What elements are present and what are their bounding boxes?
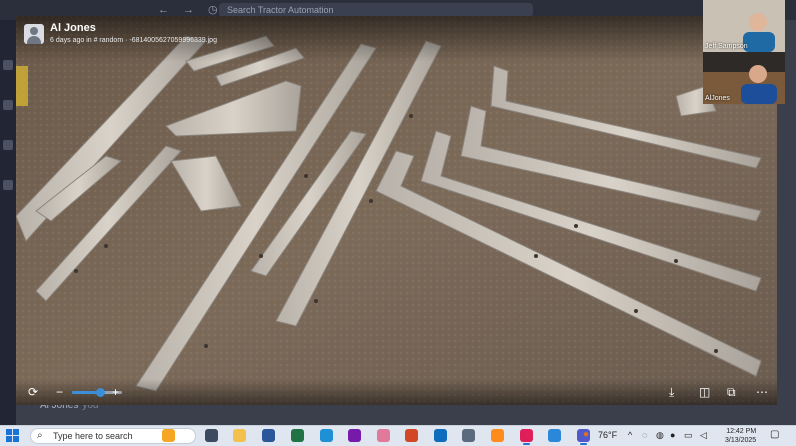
notifications-icon[interactable]: ▢: [770, 429, 779, 440]
clock-date: 3/13/2025: [725, 437, 757, 444]
taskbar-search-placeholder: Type here to search: [53, 431, 133, 441]
outlook-icon[interactable]: [434, 429, 447, 442]
sublime-icon[interactable]: [491, 429, 504, 442]
viewer-toolbar: ⟳ − + ⤓ ◫ ⧉ ⋯: [16, 379, 777, 405]
call-participant-tile[interactable]: AlJones: [703, 52, 785, 104]
search-icon: ⌕: [37, 430, 43, 441]
participant-name: Jeff Sampson: [705, 43, 748, 50]
windows-taskbar: ⌕ Type here to search ● 76°F ^ ◌ ◍ ● ▭ ◁…: [0, 425, 796, 446]
download-icon[interactable]: ⤓: [669, 385, 674, 399]
rail-more-icon[interactable]: [3, 180, 13, 190]
volume-icon[interactable]: ◍: [656, 430, 664, 441]
workspace-rail: [0, 20, 16, 425]
more-options-icon[interactable]: ⋯: [756, 385, 768, 399]
shared-photo[interactable]: [16, 16, 777, 405]
back-arrow-icon[interactable]: ←: [158, 4, 169, 16]
participant-name: AlJones: [705, 95, 730, 102]
file-explorer-icon[interactable]: [233, 429, 246, 442]
task-view-icon[interactable]: [205, 429, 218, 442]
calculator-icon[interactable]: [462, 429, 475, 442]
speaker-icon[interactable]: ◁: [700, 430, 707, 441]
edge-icon[interactable]: [320, 429, 333, 442]
weather-temp[interactable]: 76°F: [598, 430, 617, 440]
battery-icon[interactable]: ▭: [684, 430, 693, 441]
slack-icon[interactable]: [520, 429, 533, 445]
network-icon[interactable]: ◌: [642, 430, 647, 440]
call-participant-tile[interactable]: Jeff Sampson: [703, 0, 785, 52]
forward-arrow-icon[interactable]: →: [183, 4, 194, 16]
word-icon[interactable]: [262, 429, 275, 442]
viewer-header: Al Jones 6 days ago in # random · -68140…: [16, 16, 777, 62]
microphone-icon[interactable]: ●: [670, 430, 675, 440]
show-hidden-icons[interactable]: ^: [628, 430, 632, 440]
powerpoint-icon[interactable]: [405, 429, 418, 442]
post-author[interactable]: Al Jones: [50, 22, 96, 34]
zoom-slider-handle[interactable]: [95, 388, 105, 397]
weather-icon[interactable]: ●: [583, 429, 589, 440]
start-button[interactable]: [6, 429, 20, 443]
open-external-icon[interactable]: ⧉: [727, 385, 736, 399]
rail-activity-icon[interactable]: [3, 140, 13, 150]
workspace-search[interactable]: Search Tractor Automation: [219, 3, 533, 17]
excel-icon[interactable]: [291, 429, 304, 442]
rail-home-icon[interactable]: [3, 60, 13, 70]
onenote-icon[interactable]: [348, 429, 361, 442]
post-meta: 6 days ago in # random · -68140056270599…: [50, 37, 217, 44]
snip-icon[interactable]: [548, 429, 561, 442]
rotate-icon[interactable]: ⟳: [28, 385, 38, 399]
image-viewer: Al Jones 6 days ago in # random · -68140…: [16, 16, 777, 405]
zoom-in-button[interactable]: +: [112, 385, 119, 399]
rail-dms-icon[interactable]: [3, 100, 13, 110]
clock-time: 12:42 PM: [726, 428, 757, 435]
author-avatar[interactable]: [24, 24, 44, 44]
zoom-out-button[interactable]: −: [56, 385, 63, 399]
paint-icon[interactable]: [377, 429, 390, 442]
system-clock[interactable]: 12:42 PM 3/13/2025: [725, 427, 756, 445]
history-icon[interactable]: ◷: [208, 4, 218, 16]
copilot-icon[interactable]: [162, 429, 175, 442]
side-panel-icon[interactable]: ◫: [699, 385, 710, 399]
